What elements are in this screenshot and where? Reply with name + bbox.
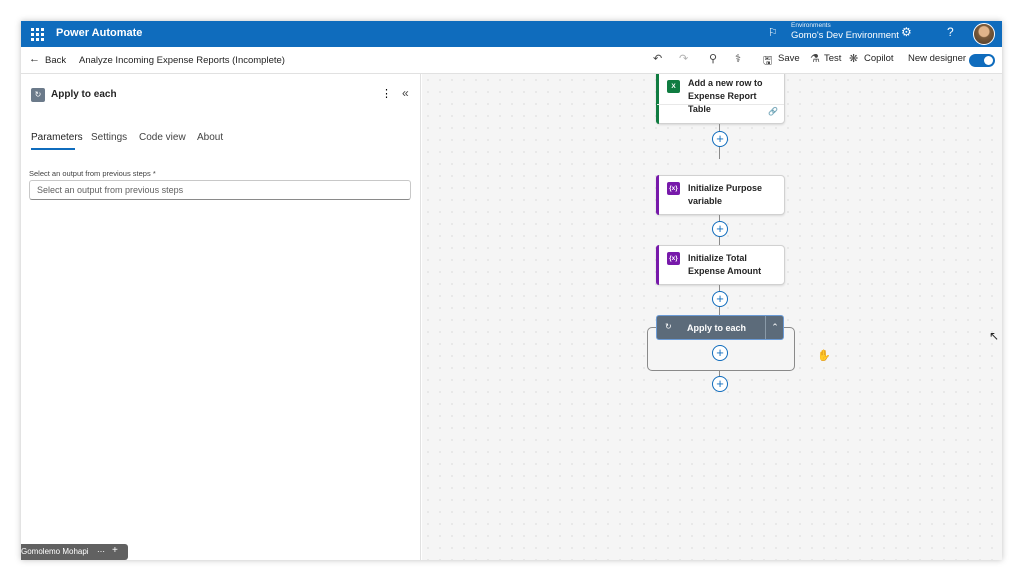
save-button[interactable]: Save bbox=[778, 53, 800, 64]
environment-caption: Environments bbox=[791, 22, 831, 29]
more-options-icon[interactable]: ⋮ bbox=[381, 87, 392, 100]
tab-about[interactable]: About bbox=[197, 132, 223, 143]
environment-picker[interactable]: Gomo's Dev Environment bbox=[791, 30, 899, 41]
help-icon[interactable]: ? bbox=[947, 25, 954, 39]
flow-checker-icon[interactable]: ⚲ bbox=[709, 52, 717, 65]
app-window: Power Automate ⚐ Environments Gomo's Dev… bbox=[21, 21, 1002, 560]
field-label: Select an output from previous steps * bbox=[29, 169, 156, 178]
tab-code-view[interactable]: Code view bbox=[139, 132, 186, 143]
action-card-init-purpose[interactable]: {x} Initialize Purpose variable bbox=[656, 175, 785, 215]
avatar[interactable] bbox=[973, 23, 995, 45]
command-bar: ← Back Analyze Incoming Expense Reports … bbox=[21, 47, 1002, 74]
insert-step-button[interactable]: + bbox=[712, 221, 728, 237]
tab-parameters[interactable]: Parameters bbox=[31, 132, 83, 143]
variable-icon: {x} bbox=[667, 182, 680, 195]
apply-to-each-label: Apply to each bbox=[687, 323, 747, 333]
undo-icon[interactable]: ↶ bbox=[653, 52, 662, 65]
settings-icon[interactable]: ⚙ bbox=[901, 25, 912, 39]
test-button[interactable]: Test bbox=[824, 53, 841, 64]
insert-step-button[interactable]: + bbox=[712, 376, 728, 392]
flow-canvas[interactable]: X Add a new row to Expense Report Table … bbox=[422, 74, 1002, 560]
mouse-pointer-icon: ↖ bbox=[989, 329, 1000, 343]
chip-separator: ⋯ bbox=[97, 547, 105, 556]
copilot-icon[interactable]: ❋ bbox=[849, 52, 858, 65]
insert-step-button[interactable]: + bbox=[712, 291, 728, 307]
app-title[interactable]: Power Automate bbox=[56, 27, 142, 39]
action-card-label: Add a new row to Expense Report Table bbox=[688, 78, 763, 114]
excel-icon: X bbox=[667, 80, 680, 93]
previous-steps-output-input[interactable] bbox=[29, 180, 411, 200]
tab-settings[interactable]: Settings bbox=[91, 132, 127, 143]
action-card-label: Initialize Total Expense Amount bbox=[688, 253, 762, 276]
add-icon[interactable]: + bbox=[112, 545, 118, 556]
panel-title: Apply to each bbox=[51, 89, 117, 100]
waffle-icon[interactable] bbox=[29, 26, 45, 42]
test-icon[interactable]: ⚗ bbox=[810, 52, 820, 65]
back-arrow-icon[interactable]: ← bbox=[29, 53, 40, 65]
action-panel: ↻ Apply to each ⋮ « Parameters Settings … bbox=[21, 74, 421, 560]
save-icon[interactable]: 🖫 bbox=[763, 52, 772, 71]
new-designer-label: New designer bbox=[908, 53, 967, 64]
action-card-add-row[interactable]: X Add a new row to Expense Report Table … bbox=[656, 74, 785, 124]
collapse-chevron-icon[interactable]: ⌃ bbox=[765, 316, 784, 339]
active-tab-indicator bbox=[31, 148, 75, 150]
variable-icon: {x} bbox=[667, 252, 680, 265]
top-bar: Power Automate ⚐ Environments Gomo's Dev… bbox=[21, 21, 1002, 47]
apply-to-each-card[interactable]: ↻ Apply to each ⌃ bbox=[656, 315, 784, 340]
collapse-panel-icon[interactable]: « bbox=[402, 86, 409, 100]
user-name: Gomolemo Mohapi bbox=[21, 547, 89, 556]
insert-step-in-loop-button[interactable]: + bbox=[712, 345, 728, 361]
hand-cursor-icon: ✋ bbox=[817, 350, 831, 362]
environment-icon: ⚐ bbox=[768, 27, 778, 39]
action-card-init-total[interactable]: {x} Initialize Total Expense Amount bbox=[656, 245, 785, 285]
copilot-button[interactable]: Copilot bbox=[864, 53, 894, 64]
user-chip[interactable]: Gomolemo Mohapi ⋯ + bbox=[21, 544, 128, 560]
loop-icon: ↻ bbox=[31, 88, 45, 102]
new-designer-toggle[interactable] bbox=[969, 54, 995, 67]
link-icon: 🔗 bbox=[768, 107, 778, 116]
flow-name: Analyze Incoming Expense Reports (Incomp… bbox=[79, 55, 285, 66]
redo-icon[interactable]: ↷ bbox=[679, 52, 688, 65]
loop-icon: ↻ bbox=[665, 322, 672, 331]
action-card-label: Initialize Purpose variable bbox=[688, 183, 763, 206]
back-button[interactable]: Back bbox=[45, 55, 66, 66]
insert-step-button[interactable]: + bbox=[712, 131, 728, 147]
health-icon[interactable]: ⚕ bbox=[735, 52, 741, 65]
